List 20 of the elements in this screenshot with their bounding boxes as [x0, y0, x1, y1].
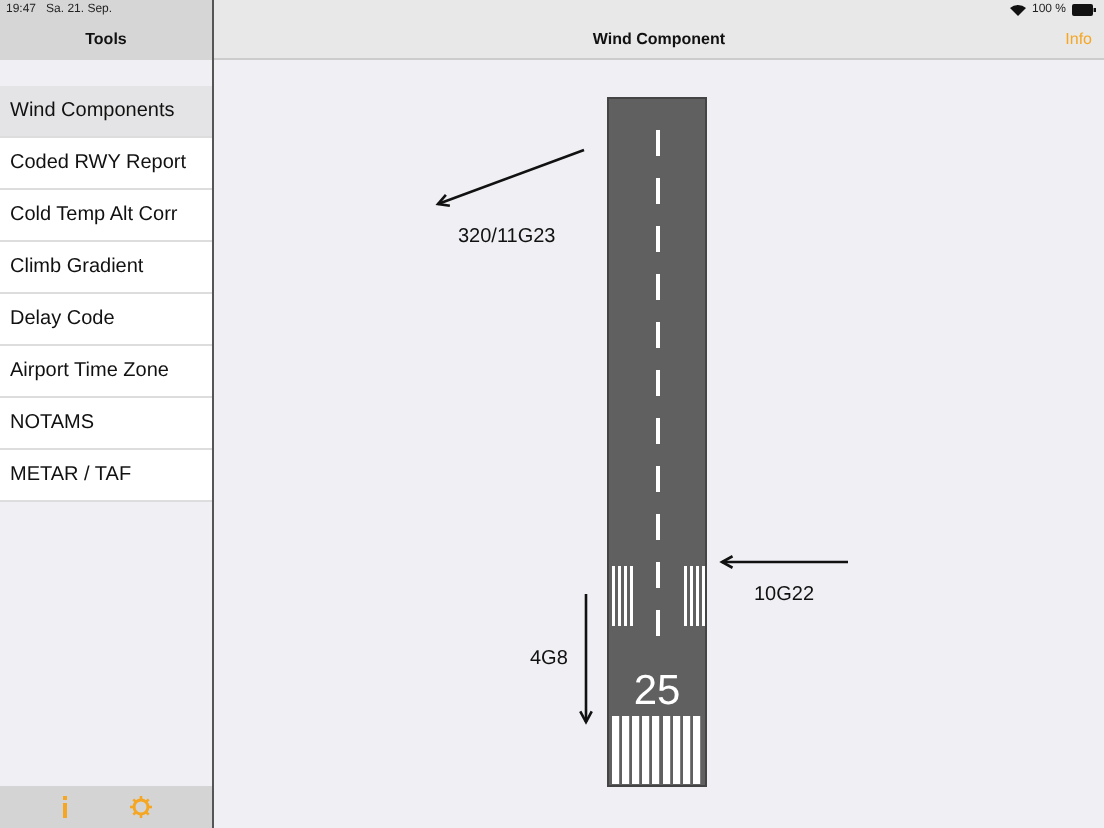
battery-icon: [1072, 4, 1096, 16]
sidebar-title: Tools: [85, 28, 127, 52]
sidebar-item[interactable]: Coded RWY Report: [0, 138, 212, 190]
wind-label: 10G22: [754, 584, 815, 606]
wind-arrow: [719, 555, 848, 569]
sidebar-item[interactable]: Climb Gradient: [0, 242, 212, 294]
sidebar-item[interactable]: METAR / TAF: [0, 450, 212, 502]
wind-label: 4G8: [530, 648, 568, 670]
wifi-icon: [1009, 4, 1026, 16]
sidebar-item[interactable]: Delay Code: [0, 294, 212, 346]
page-title: Wind Component: [592, 27, 726, 51]
runway-number: 25: [633, 668, 681, 714]
info-icon[interactable]: [61, 796, 67, 818]
wind-arrow: [579, 594, 593, 725]
sidebar-item[interactable]: Cold Temp Alt Corr: [0, 190, 212, 242]
sidebar-item[interactable]: Wind Components: [0, 86, 212, 138]
sidebar-item[interactable]: NOTAMS: [0, 398, 212, 450]
sidebar-item[interactable]: Airport Time Zone: [0, 346, 212, 398]
wind-label: 320/11G23: [458, 226, 556, 248]
settings-icon[interactable]: [129, 796, 151, 818]
